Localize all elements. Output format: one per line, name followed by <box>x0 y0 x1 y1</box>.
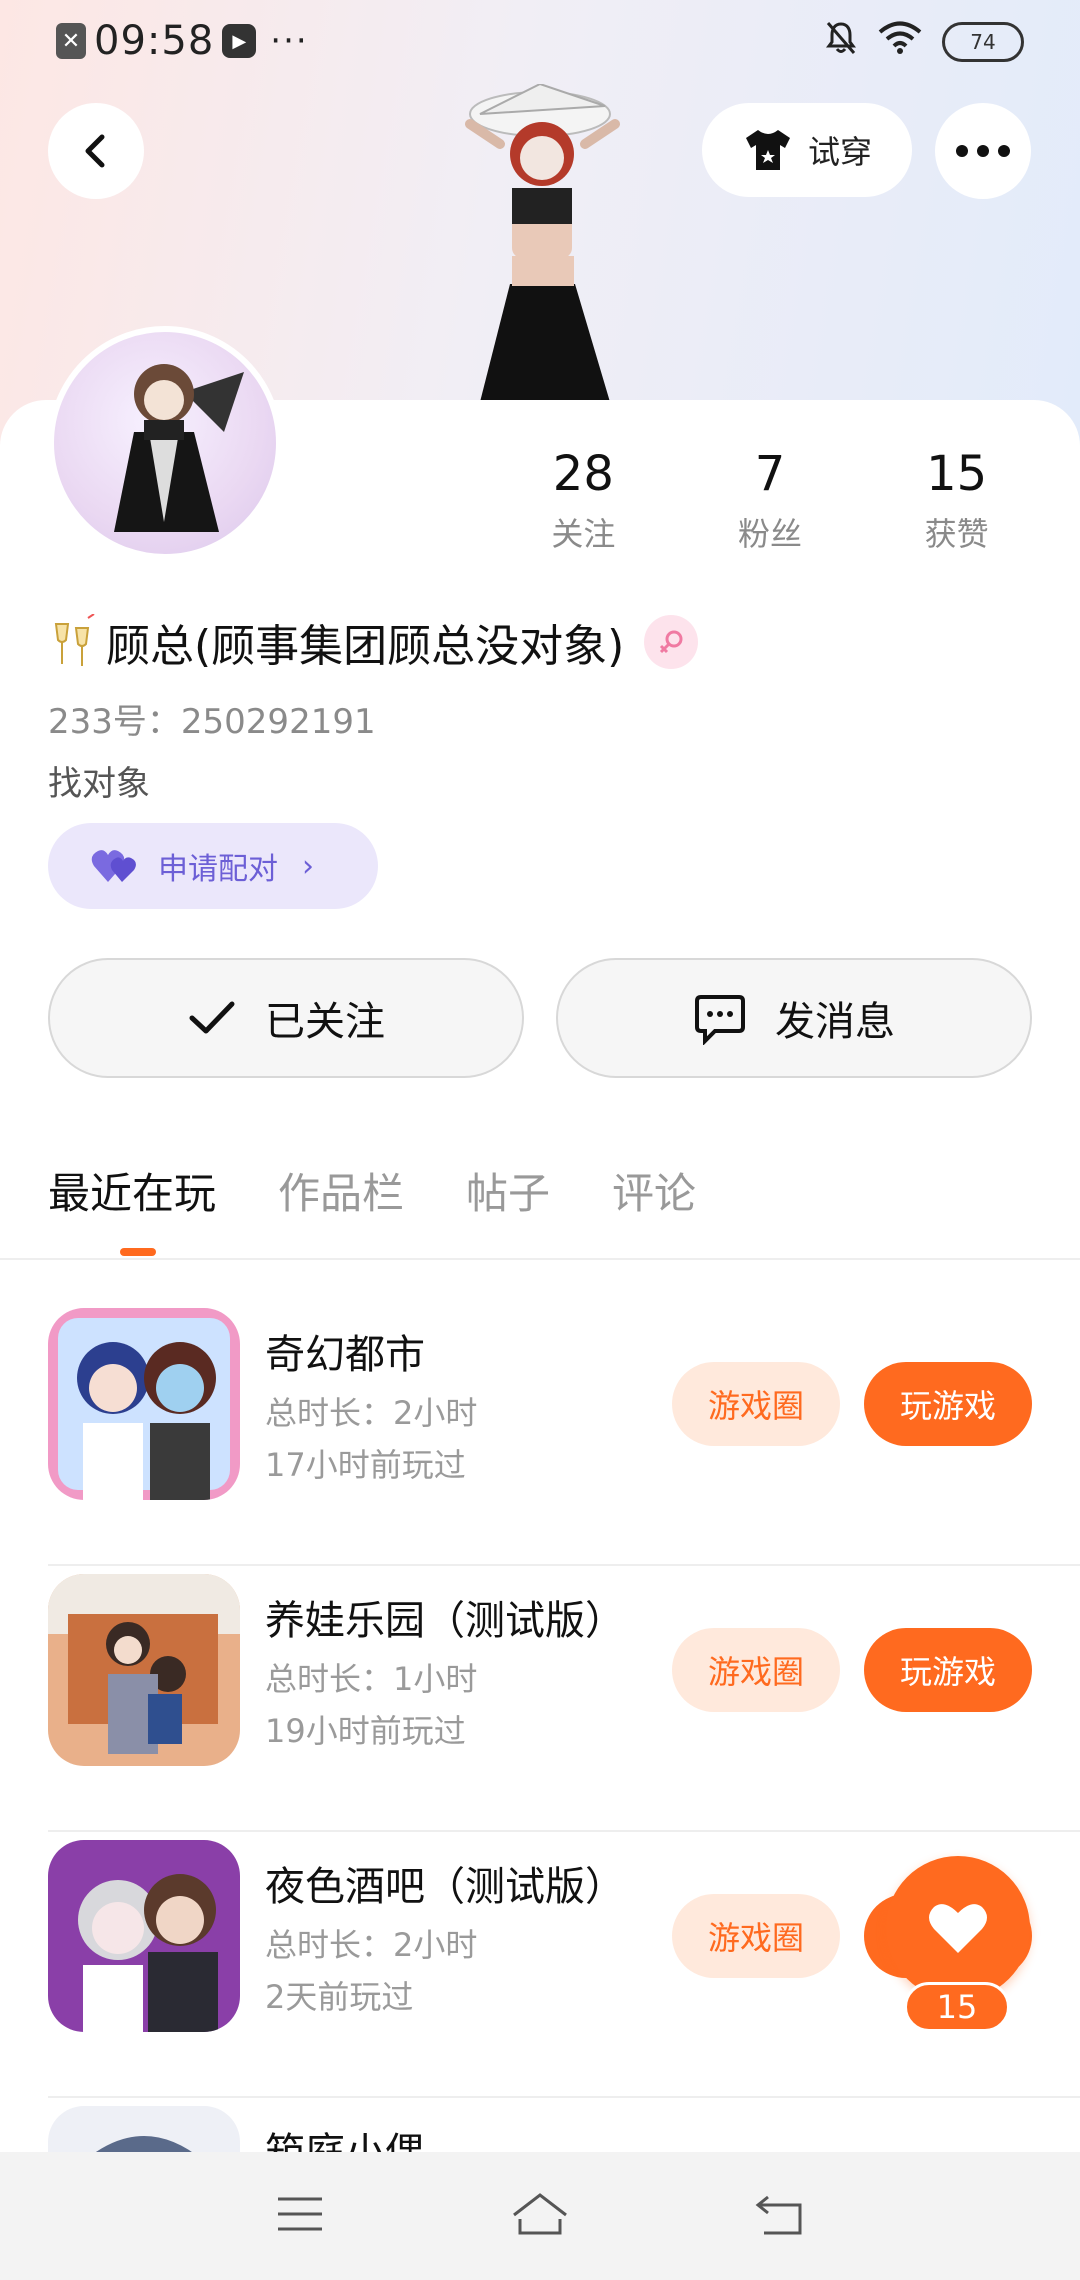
game-icon <box>48 1308 240 1500</box>
avatar[interactable] <box>48 326 282 560</box>
status-bar: ✕ 09:58 ▶ ··· 74 <box>0 0 1080 84</box>
chevron-right-icon: › <box>302 848 314 884</box>
game-circle-button[interactable]: 游戏圈 <box>672 1362 840 1446</box>
stat-following[interactable]: 28 关注 <box>490 448 677 555</box>
game-icon <box>48 1840 240 2032</box>
back-button[interactable] <box>48 103 144 199</box>
followers-count: 7 <box>754 446 786 502</box>
tab-comments[interactable]: 评论 <box>612 1160 696 1221</box>
active-tab-indicator <box>120 1248 156 1256</box>
profile-bio: 找对象 <box>48 764 150 804</box>
avatar-image <box>114 364 244 532</box>
game-title: 奇幻都市 <box>265 1332 425 1378</box>
wifi-icon <box>878 21 922 63</box>
profile-id-value: 250292191 <box>180 702 376 742</box>
double-heart-icon <box>91 850 136 882</box>
tab-works[interactable]: 作品栏 <box>278 1160 404 1221</box>
game-duration: 总时长：1小时 <box>265 1660 478 1698</box>
try-on-label: 试穿 <box>807 133 872 171</box>
female-gender-icon <box>644 615 699 669</box>
likes-label: 获赞 <box>924 514 989 553</box>
status-more-dots: ··· <box>270 21 309 61</box>
game-last-played: 17小时前玩过 <box>265 1446 466 1484</box>
pairing-label: 申请配对 <box>158 852 278 887</box>
profile-stats: 28 关注 7 粉丝 15 获赞 <box>490 448 1050 555</box>
mute-bell-icon <box>824 20 858 64</box>
list-item[interactable]: 奇幻都市 总时长：2小时 17小时前玩过 游戏圈 玩游戏 <box>0 1300 1080 1566</box>
game-icon <box>48 1574 240 1766</box>
game-title: 养娃乐园（测试版） <box>265 1598 625 1644</box>
screen-record-icon: ▶ <box>222 24 257 58</box>
send-message-label: 发消息 <box>775 999 895 1045</box>
like-button[interactable] <box>886 1856 1030 2000</box>
battery-level: 74 <box>970 30 996 54</box>
tab-posts[interactable]: 帖子 <box>466 1160 550 1221</box>
profile-name: 顾总(顾事集团顾总没对象) <box>106 621 625 672</box>
send-message-button[interactable]: 发消息 <box>556 958 1032 1078</box>
heart-icon <box>929 1904 987 1953</box>
play-game-button[interactable]: 玩游戏 <box>864 1362 1032 1446</box>
play-game-button[interactable]: 玩游戏 <box>864 1628 1032 1712</box>
sim-off-icon: ✕ <box>56 23 86 59</box>
profile-id: 233号：250292191 <box>48 694 376 743</box>
tshirt-icon <box>745 130 790 170</box>
game-duration: 总时长：2小时 <box>265 1394 478 1432</box>
following-label: 关注 <box>551 514 616 553</box>
home-icon[interactable] <box>510 2189 570 2243</box>
like-count-badge: 15 <box>904 1982 1010 2032</box>
profile-name-row: 顾总(顾事集团顾总没对象) <box>48 610 699 674</box>
game-title: 夜色酒吧（测试版） <box>265 1864 625 1910</box>
cheers-icon <box>54 614 95 666</box>
character-avatar-image <box>465 84 620 402</box>
game-duration: 总时长：2小时 <box>265 1926 478 1964</box>
following-button-label: 已关注 <box>265 999 385 1045</box>
system-navigation-bar <box>0 2152 1080 2280</box>
chevron-left-icon <box>85 134 105 168</box>
game-last-played: 19小时前玩过 <box>265 1712 466 1750</box>
game-circle-button[interactable]: 游戏圈 <box>672 1628 840 1712</box>
battery-icon: 74 <box>942 22 1024 62</box>
stat-followers[interactable]: 7 粉丝 <box>677 448 864 555</box>
menu-icon[interactable] <box>270 2189 330 2243</box>
back-navigation-icon[interactable] <box>750 2189 810 2243</box>
profile-tabs: 最近在玩 作品栏 帖子 评论 <box>48 1160 696 1221</box>
more-dots-icon <box>956 145 1010 157</box>
following-count: 28 <box>552 446 614 502</box>
checkmark-icon <box>189 1001 235 1034</box>
more-options-button[interactable] <box>935 103 1031 199</box>
status-time: 09:58 <box>94 18 215 64</box>
request-pairing-button[interactable]: 申请配对 › <box>48 823 378 909</box>
stat-likes[interactable]: 15 获赞 <box>863 448 1050 555</box>
likes-count: 15 <box>926 446 988 502</box>
try-on-button[interactable]: 试穿 <box>702 103 912 197</box>
tabs-divider <box>0 1258 1080 1260</box>
following-button[interactable]: 已关注 <box>48 958 524 1078</box>
game-circle-button[interactable]: 游戏圈 <box>672 1894 840 1978</box>
game-last-played: 2天前玩过 <box>265 1978 414 2016</box>
profile-id-label: 233号： <box>48 702 181 742</box>
followers-label: 粉丝 <box>738 514 803 553</box>
list-item[interactable]: 养娃乐园（测试版） 总时长：1小时 19小时前玩过 游戏圈 玩游戏 <box>0 1566 1080 1832</box>
tab-recently-played[interactable]: 最近在玩 <box>48 1160 216 1221</box>
chat-bubble-icon <box>695 995 745 1045</box>
